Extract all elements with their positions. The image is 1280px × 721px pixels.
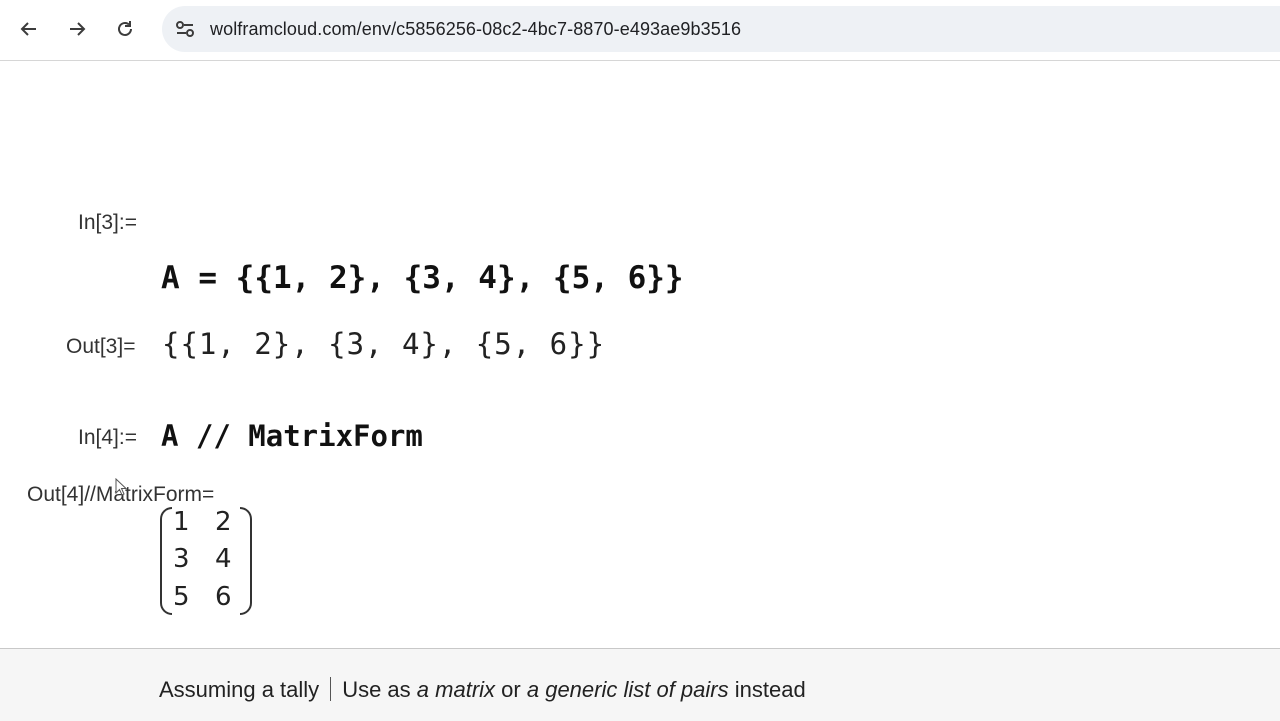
url-text[interactable]: wolframcloud.com/env/c5856256-08c2-4bc7-… bbox=[210, 19, 741, 40]
browser-toolbar: wolframcloud.com/env/c5856256-08c2-4bc7-… bbox=[0, 0, 1280, 61]
separator bbox=[330, 677, 332, 701]
use-as-label: Use as bbox=[342, 677, 411, 702]
assuming-label: Assuming a tally bbox=[159, 677, 320, 702]
site-settings-icon[interactable] bbox=[174, 18, 196, 40]
mouse-cursor-icon bbox=[115, 478, 128, 496]
out-label: Out[3]= bbox=[66, 335, 136, 358]
input-cell[interactable]: A // MatrixForm bbox=[161, 419, 423, 453]
output-cell: {{1, 2}, {3, 4}, {5, 6}} bbox=[162, 327, 606, 361]
matrix-cell: 6 bbox=[215, 582, 232, 612]
assumption-text: Assuming a tally Use as a matrix or a gen… bbox=[159, 677, 806, 703]
matrix-output: 1 2 3 4 5 6 bbox=[160, 507, 252, 615]
list-of-pairs-option-link[interactable]: a generic list of pairs bbox=[527, 677, 729, 702]
matrix-cell: 4 bbox=[215, 544, 232, 574]
right-paren bbox=[240, 507, 252, 615]
input-cell[interactable]: A = {{1, 2}, {3, 4}, {5, 6}} bbox=[161, 260, 684, 296]
back-arrow-icon[interactable] bbox=[12, 12, 46, 46]
matrix-option-link[interactable]: a matrix bbox=[417, 677, 495, 702]
matrix-cell: 5 bbox=[173, 582, 190, 612]
in-label: In[3]:= bbox=[78, 211, 137, 234]
matrix-cell: 2 bbox=[215, 507, 232, 537]
address-bar[interactable]: wolframcloud.com/env/c5856256-08c2-4bc7-… bbox=[162, 6, 1280, 52]
in-label: In[4]:= bbox=[78, 426, 137, 449]
matrix-cell: 3 bbox=[173, 544, 190, 574]
forward-arrow-icon[interactable] bbox=[60, 12, 94, 46]
assumptions-bar: Assuming a tally Use as a matrix or a gen… bbox=[0, 648, 1280, 721]
or-label: or bbox=[501, 677, 521, 702]
instead-label: instead bbox=[734, 677, 806, 702]
matrix-cell: 1 bbox=[173, 507, 190, 537]
left-paren bbox=[160, 507, 172, 615]
reload-icon[interactable] bbox=[108, 12, 142, 46]
